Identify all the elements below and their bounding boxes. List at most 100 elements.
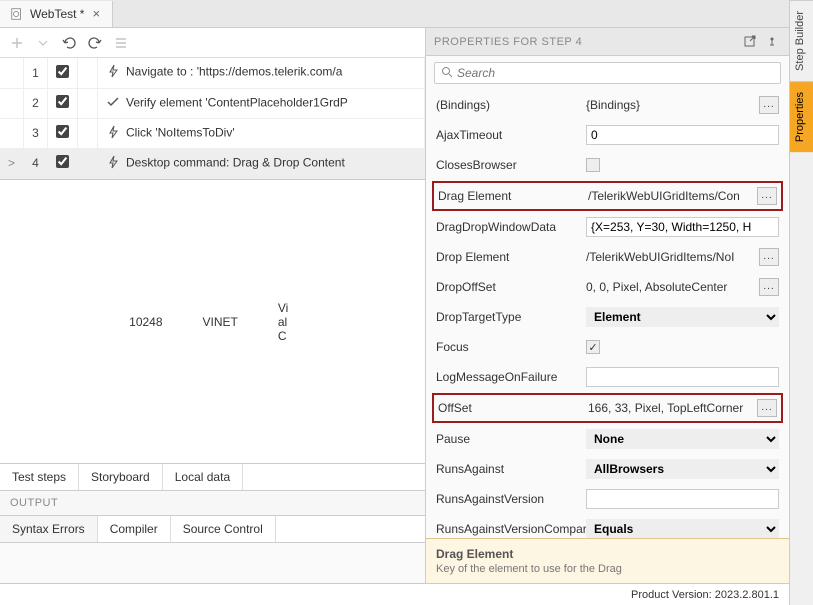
prop-row-closesbrowser: ClosesBrowser	[426, 150, 789, 180]
prop-row-dragelement: Drag Element/TelerikWebUIGridItems/Con..…	[432, 181, 783, 211]
search-input[interactable]	[434, 62, 781, 84]
step-number: 2	[24, 88, 48, 118]
preview-cell: 10248	[129, 315, 162, 329]
add-icon[interactable]	[8, 34, 26, 52]
prop-row-offset: OffSet166, 33, Pixel, TopLeftCorner...	[432, 393, 783, 423]
prop-row-dropoffset: DropOffSet0, 0, Pixel, AbsoluteCenter...	[426, 272, 789, 302]
prop-label: Drop Element	[436, 250, 586, 264]
sub-tab-local-data[interactable]: Local data	[163, 464, 243, 490]
step-row[interactable]: 1 Navigate to : 'https://demos.telerik.co…	[0, 58, 425, 88]
prop-label: DropTargetType	[436, 310, 586, 324]
sub-tab-test-steps[interactable]: Test steps	[0, 464, 79, 490]
list-icon[interactable]	[112, 34, 130, 52]
document-icon	[10, 7, 24, 21]
ellipsis-button[interactable]: ...	[759, 278, 779, 296]
step-enabled-checkbox	[56, 155, 69, 168]
popout-icon[interactable]	[743, 34, 759, 50]
output-body	[0, 543, 425, 583]
prop-row-bindings: (Bindings){Bindings}...	[426, 90, 789, 120]
output-tabs: Syntax ErrorsCompilerSource Control	[0, 516, 425, 543]
step-enabled-checkbox	[56, 95, 69, 108]
prop-label: DragDropWindowData	[436, 220, 586, 234]
prop-value: /TelerikWebUIGridItems/Con	[588, 189, 753, 203]
tab-title: WebTest *	[30, 7, 84, 21]
prop-input[interactable]	[586, 217, 779, 237]
prop-select[interactable]: Equals	[586, 519, 779, 538]
pin-icon[interactable]	[765, 34, 781, 50]
prop-label: AjaxTimeout	[436, 128, 586, 142]
step-row[interactable]: >4Desktop command: Drag & Drop Content	[0, 148, 425, 178]
prop-label: RunsAgainstVersion	[436, 492, 586, 506]
help-title: Drag Element	[436, 547, 779, 561]
step-number: 3	[24, 118, 48, 148]
prop-row-runsagainst: RunsAgainstAllBrowsers	[426, 454, 789, 484]
prop-label: OffSet	[438, 401, 588, 415]
step-row[interactable]: 2 Verify element 'ContentPlaceholder1GrdP	[0, 88, 425, 118]
step-enabled-checkbox	[56, 65, 69, 78]
side-tab-properties[interactable]: Properties	[790, 81, 813, 152]
right-tabs: Step BuilderProperties	[789, 0, 813, 605]
redo-icon[interactable]	[86, 34, 104, 52]
status-version: Product Version: 2023.2.801.1	[631, 589, 779, 601]
sub-tab-storyboard[interactable]: Storyboard	[79, 464, 163, 490]
prop-input[interactable]	[586, 367, 779, 387]
step-number: 4	[24, 148, 48, 178]
prop-value: {Bindings}	[586, 98, 755, 112]
document-tab[interactable]: WebTest * ×	[0, 1, 113, 27]
prop-row-dropelement: Drop Element/TelerikWebUIGridItems/NoI..…	[426, 242, 789, 272]
prop-label: DropOffSet	[436, 280, 586, 294]
step-description: Desktop command: Drag & Drop Content	[98, 148, 425, 178]
close-icon[interactable]: ×	[90, 6, 102, 21]
help-desc: Key of the element to use for the Drag	[436, 563, 779, 575]
preview-area: 10248 VINET Vi al C	[0, 180, 425, 464]
prop-input[interactable]	[586, 489, 779, 509]
prop-value: 0, 0, Pixel, AbsoluteCenter	[586, 280, 755, 294]
prop-label: ClosesBrowser	[436, 158, 586, 172]
prop-checkbox[interactable]	[586, 158, 600, 172]
bolt-icon	[106, 125, 120, 142]
ellipsis-button[interactable]: ...	[757, 399, 777, 417]
prop-label: LogMessageOnFailure	[436, 370, 586, 384]
step-description: Navigate to : 'https://demos.telerik.com…	[98, 58, 425, 88]
ellipsis-button[interactable]: ...	[757, 187, 777, 205]
output-tab-compiler[interactable]: Compiler	[98, 516, 171, 542]
prop-row-focus: Focus	[426, 332, 789, 362]
output-tab-source-control[interactable]: Source Control	[171, 516, 276, 542]
toolbar	[0, 28, 425, 58]
preview-cell: VINET	[203, 315, 238, 329]
prop-label: RunsAgainst	[436, 462, 586, 476]
prop-label: (Bindings)	[436, 98, 586, 112]
prop-input[interactable]	[586, 125, 779, 145]
prop-label: Drag Element	[438, 189, 588, 203]
prop-row-droptargettype: DropTargetTypeElement	[426, 302, 789, 332]
output-header: OUTPUT	[0, 491, 425, 516]
prop-select[interactable]: Element	[586, 307, 779, 327]
step-enabled-checkbox	[56, 125, 69, 138]
prop-value: 166, 33, Pixel, TopLeftCorner	[588, 401, 753, 415]
prop-select[interactable]: AllBrowsers	[586, 459, 779, 479]
step-description: Verify element 'ContentPlaceholder1GrdP	[98, 88, 425, 118]
step-number: 1	[24, 58, 48, 88]
prop-label: Focus	[436, 340, 586, 354]
prop-row-dragdropwindowdata: DragDropWindowData	[426, 212, 789, 242]
ellipsis-button[interactable]: ...	[759, 96, 779, 114]
prop-row-logmessageonfailure: LogMessageOnFailure	[426, 362, 789, 392]
output-tab-syntax-errors[interactable]: Syntax Errors	[0, 516, 98, 542]
prop-row-runsagainstversion: RunsAgainstVersion	[426, 484, 789, 514]
sub-tabs: Test stepsStoryboardLocal data	[0, 463, 425, 491]
prop-label: RunsAgainstVersionCompare	[436, 522, 586, 536]
preview-cell-truncated: Vi al C	[278, 301, 296, 343]
prop-row-runsagainstversioncompare: RunsAgainstVersionCompareEquals	[426, 514, 789, 538]
ellipsis-button[interactable]: ...	[759, 248, 779, 266]
check-icon	[106, 95, 120, 112]
prop-select[interactable]: None	[586, 429, 779, 449]
dropdown-icon[interactable]	[34, 34, 52, 52]
prop-checkbox[interactable]	[586, 340, 600, 354]
side-tab-step-builder[interactable]: Step Builder	[790, 0, 813, 81]
bolt-icon	[106, 64, 120, 81]
props-title: PROPERTIES FOR STEP 4	[434, 36, 582, 48]
undo-icon[interactable]	[60, 34, 78, 52]
step-description: Click 'NoItemsToDiv'	[98, 118, 425, 148]
step-row[interactable]: 3 Click 'NoItemsToDiv'	[0, 118, 425, 148]
prop-value: /TelerikWebUIGridItems/NoI	[586, 250, 755, 264]
